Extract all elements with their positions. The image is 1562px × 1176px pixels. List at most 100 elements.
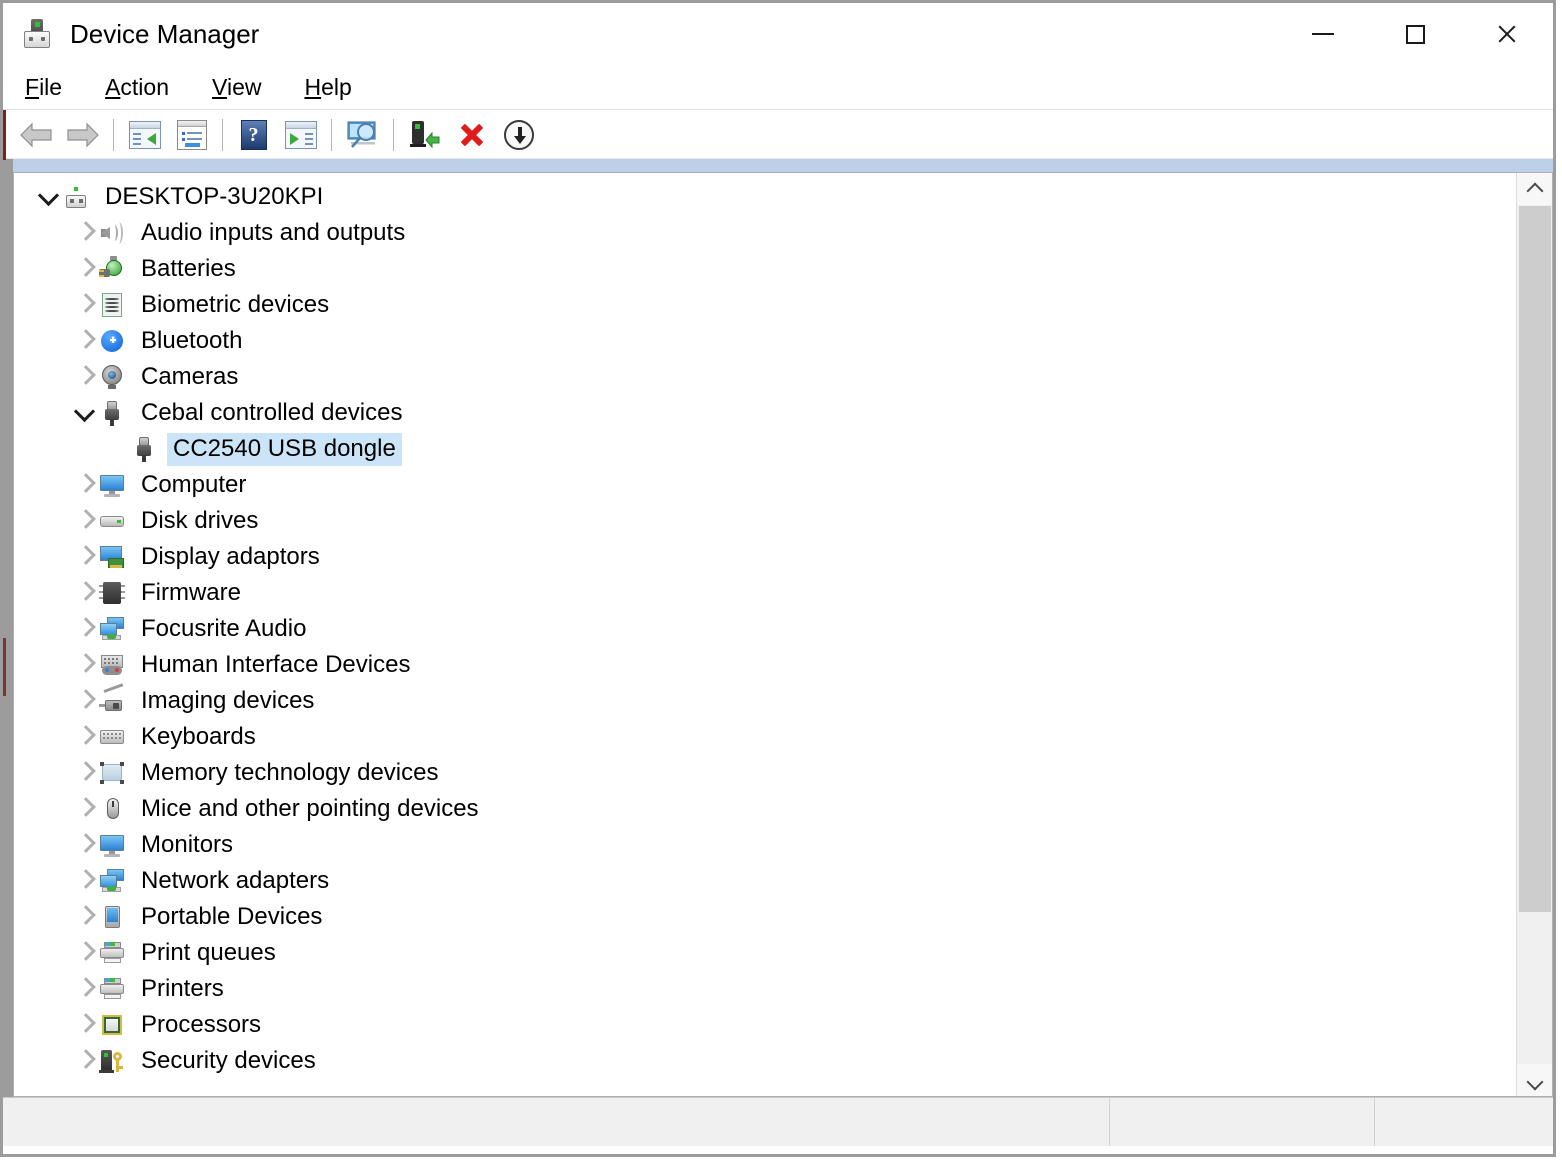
tree-node-label: Monitors xyxy=(141,830,234,858)
tree-node-print-queues[interactable]: Print queues xyxy=(14,935,1516,971)
menu-action[interactable]: Action xyxy=(105,74,169,101)
device-icon xyxy=(22,19,52,49)
console-tree-icon xyxy=(128,121,161,149)
menu-view-accel: V xyxy=(212,73,227,100)
scanner-icon xyxy=(98,683,126,714)
show-hide-console-tree-button[interactable] xyxy=(121,113,168,157)
tree-node-label: Bluetooth xyxy=(141,326,243,354)
maximize-icon xyxy=(1405,24,1425,44)
menu-action-accel: A xyxy=(105,73,121,100)
menu-help-accel: H xyxy=(304,73,322,100)
tree-node-root[interactable]: DESKTOP-3U20KPI xyxy=(14,179,1516,215)
properties-button[interactable] xyxy=(168,113,215,157)
toolbar-separator xyxy=(113,119,114,151)
tree-node-mice-and-other-pointing-devices[interactable]: Mice and other pointing devices xyxy=(14,791,1516,827)
update-driver-button[interactable] xyxy=(401,113,448,157)
window-title: Device Manager xyxy=(70,18,260,49)
tree-node-cc2540-usb-dongle[interactable]: CC2540 USB dongle xyxy=(14,431,1516,467)
toolbar-container: ? xyxy=(3,109,1553,160)
help-question-icon: ? xyxy=(240,120,267,150)
forward-arrow-icon xyxy=(66,120,100,150)
disk-drive-icon xyxy=(98,508,126,534)
tree-node-audio-inputs-and-outputs[interactable]: Audio inputs and outputs xyxy=(14,215,1516,251)
back-button[interactable] xyxy=(12,113,59,157)
back-arrow-icon xyxy=(19,120,53,150)
tree-node-label: Memory technology devices xyxy=(141,758,439,786)
tree-node-network-adapters[interactable]: Network adapters xyxy=(14,863,1516,899)
menu-view-rest: iew xyxy=(226,73,262,100)
printer-icon xyxy=(98,940,126,966)
tree-node-label: Keyboards xyxy=(141,722,256,750)
device-tree: DESKTOP-3U20KPI Audio inputs and outputs xyxy=(14,179,1516,1096)
maximize-button[interactable] xyxy=(1369,3,1461,65)
status-pane-1 xyxy=(3,1098,1110,1146)
menu-file-rest: ile xyxy=(39,73,63,100)
screen: Device Manager File Action View Help ? D… xyxy=(0,0,1562,1176)
tree-node-printers[interactable]: Printers xyxy=(14,971,1516,1007)
tree-node-computer[interactable]: Computer xyxy=(14,467,1516,503)
forward-button[interactable] xyxy=(59,113,106,157)
tree-node-batteries[interactable]: Batteries xyxy=(14,251,1516,287)
tree-node-portable-devices[interactable]: Portable Devices xyxy=(14,899,1516,935)
close-button[interactable] xyxy=(1461,3,1553,65)
usb-dongle-icon xyxy=(98,400,126,426)
tree-node-cameras[interactable]: Cameras xyxy=(14,359,1516,395)
uninstall-device-button[interactable] xyxy=(448,113,495,157)
tree-node-display-adaptors[interactable]: Display adaptors xyxy=(14,539,1516,575)
tree-node-imaging-devices[interactable]: Imaging devices xyxy=(14,683,1516,719)
show-hidden-devices-button[interactable] xyxy=(277,113,324,157)
scan-for-hardware-changes-button[interactable] xyxy=(339,113,386,157)
scroll-up-button[interactable] xyxy=(1517,173,1552,205)
help-button[interactable]: ? xyxy=(230,113,277,157)
menu-help[interactable]: Help xyxy=(304,74,351,101)
menu-view[interactable]: View xyxy=(212,74,261,101)
battery-icon xyxy=(98,256,126,282)
tree-node-processors[interactable]: Processors xyxy=(14,1007,1516,1043)
phone-icon xyxy=(98,904,126,930)
tree-node-human-interface-devices[interactable]: Human Interface Devices xyxy=(14,647,1516,683)
tree-node-biometric-devices[interactable]: Biometric devices xyxy=(14,287,1516,323)
scrollbar-thumb[interactable] xyxy=(1519,206,1551,912)
tree-node-label: Focusrite Audio xyxy=(141,614,307,642)
scroll-down-button[interactable] xyxy=(1517,1064,1552,1096)
tree-node-monitors[interactable]: Monitors xyxy=(14,827,1516,863)
disable-device-button[interactable] xyxy=(495,113,542,157)
memory-card-icon xyxy=(98,760,126,786)
tree-node-label: Computer xyxy=(141,470,247,498)
show-hidden-icon xyxy=(284,121,317,149)
network-monitors-icon xyxy=(98,616,126,642)
tree-node-keyboards[interactable]: Keyboards xyxy=(14,719,1516,755)
tree-vertical-scrollbar[interactable] xyxy=(1516,173,1552,1096)
tree-node-disk-drives[interactable]: Disk drives xyxy=(14,503,1516,539)
tree-node-memory-technology-devices[interactable]: Memory technology devices xyxy=(14,755,1516,791)
tree-node-label: Batteries xyxy=(141,254,236,282)
firmware-chip-icon xyxy=(98,580,126,606)
minimize-icon xyxy=(1312,33,1334,35)
monitor-icon xyxy=(98,472,126,498)
tree-node-label: Biometric devices xyxy=(141,290,330,318)
speaker-icon xyxy=(98,220,126,246)
tree-node-cebal-controlled-devices[interactable]: Cebal controlled devices xyxy=(14,395,1516,431)
minimize-button[interactable] xyxy=(1277,3,1369,65)
toolbar-separator xyxy=(331,119,332,151)
tree-node-label: Display adaptors xyxy=(141,542,320,570)
menu-file[interactable]: File xyxy=(25,74,62,101)
tree-node-label: Security devices xyxy=(141,1046,316,1074)
content-area: DESKTOP-3U20KPI Audio inputs and outputs xyxy=(3,172,1553,1097)
title-bar: Device Manager xyxy=(3,3,1553,65)
toolbar-separator xyxy=(393,119,394,151)
tree-node-label: Processors xyxy=(141,1010,262,1038)
tree-node-focusrite-audio[interactable]: Focusrite Audio xyxy=(14,611,1516,647)
content-left-edge-marker xyxy=(3,638,6,696)
status-pane-3 xyxy=(1375,1098,1553,1146)
security-key-icon xyxy=(98,1048,126,1074)
red-x-icon xyxy=(457,120,487,150)
tree-node-security-devices[interactable]: Security devices xyxy=(14,1043,1516,1079)
tree-node-bluetooth[interactable]: ᛭ Bluetooth xyxy=(14,323,1516,359)
properties-icon xyxy=(176,120,207,150)
keyboard-icon xyxy=(98,724,126,750)
camera-icon xyxy=(98,364,126,390)
printer-icon xyxy=(98,976,126,1002)
status-bar xyxy=(3,1097,1553,1146)
tree-node-firmware[interactable]: Firmware xyxy=(14,575,1516,611)
